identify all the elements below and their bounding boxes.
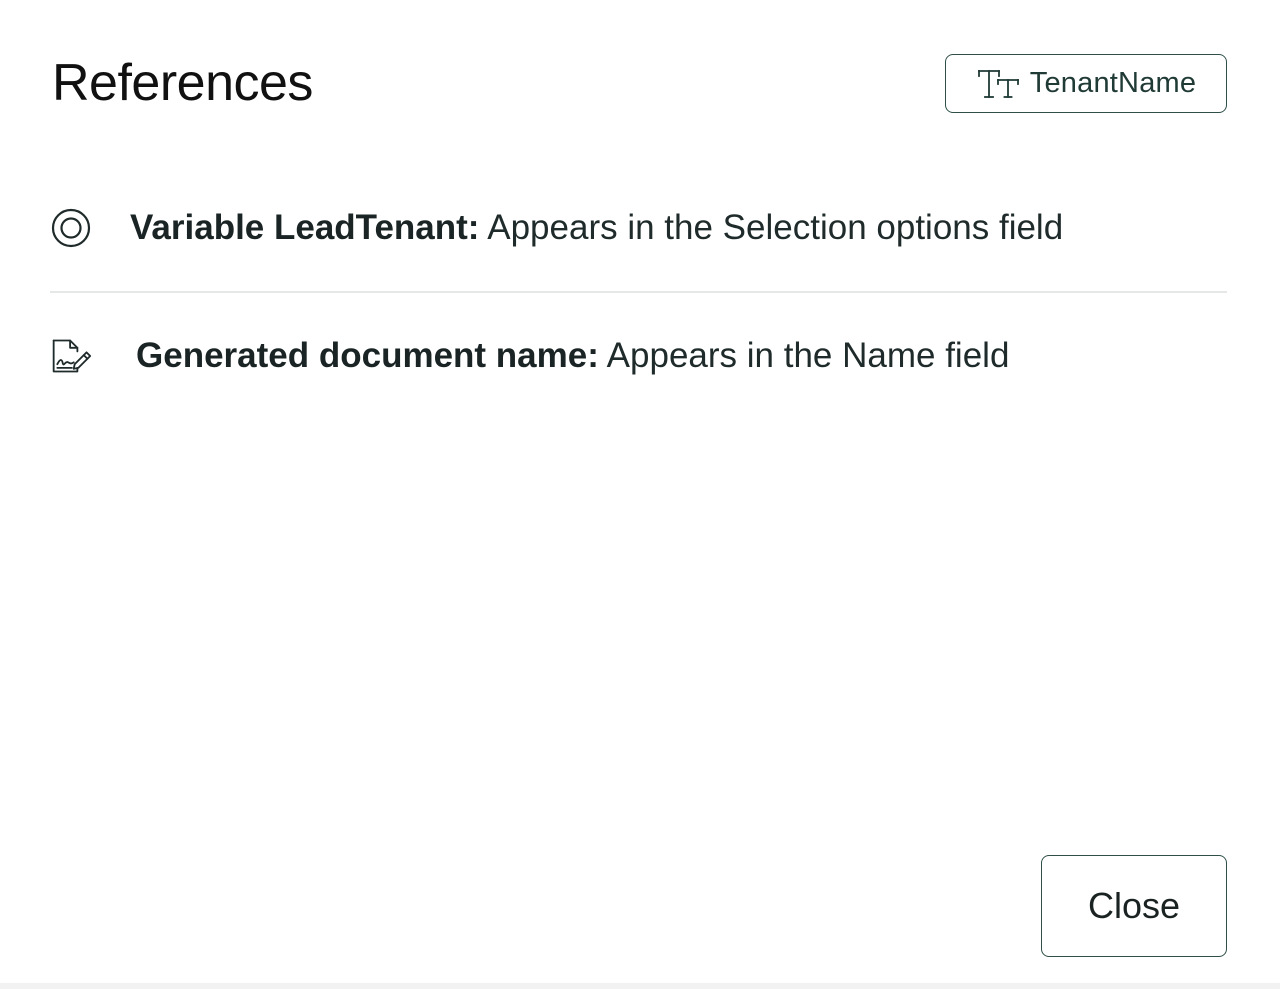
close-button[interactable]: Close	[1041, 855, 1227, 957]
references-dialog: References TenantName Variable LeadTenan…	[0, 0, 1280, 989]
document-signature-icon	[50, 335, 92, 377]
tag-chip-label: TenantName	[1029, 67, 1197, 99]
reference-text: Variable LeadTenant: Appears in the Sele…	[130, 208, 1063, 248]
reference-item-generated-document-name: Generated document name: Appears in the …	[50, 328, 1227, 384]
dialog-bottom-edge	[0, 983, 1280, 989]
tenant-name-tag-chip[interactable]: TenantName	[945, 54, 1227, 113]
reference-name: Generated document name:	[136, 336, 599, 375]
text-size-icon	[976, 67, 1022, 101]
divider	[50, 291, 1227, 293]
reference-name: Variable LeadTenant:	[130, 208, 480, 247]
dialog-title: References	[52, 54, 313, 112]
reference-text: Generated document name: Appears in the …	[136, 336, 1009, 376]
reference-item-lead-tenant: Variable LeadTenant: Appears in the Sele…	[50, 200, 1227, 256]
reference-description: Appears in the Selection options field	[479, 208, 1064, 247]
reference-description: Appears in the Name field	[598, 336, 1010, 375]
radio-target-icon	[50, 207, 92, 249]
